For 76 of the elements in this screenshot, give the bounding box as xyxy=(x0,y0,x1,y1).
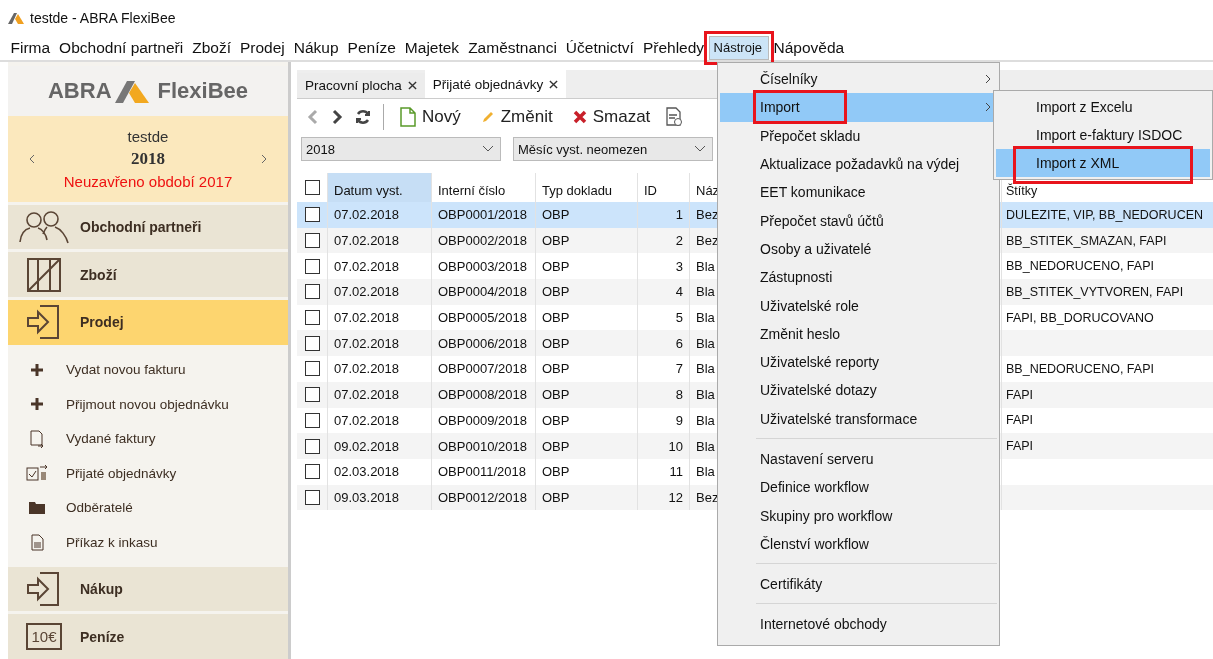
number-cell: OBP0010/2018 xyxy=(438,438,527,454)
tags-cell: DULEZITE, VIP, BB_NEDORUCEN xyxy=(1006,207,1204,222)
date-cell: 07.02.2018 xyxy=(334,361,400,377)
date-cell: 09.02.2018 xyxy=(334,438,400,454)
tags-cell: BB_NEDORUCENO, FAPI xyxy=(1006,361,1154,376)
number-cell: OBP0008/2018 xyxy=(438,387,527,403)
date-cell: 02.03.2018 xyxy=(334,464,400,480)
number-cell: OBP0004/2018 xyxy=(438,284,527,300)
company-name: testde xyxy=(127,128,169,146)
number-cell: OBP0005/2018 xyxy=(438,310,527,326)
id-cell: 6 xyxy=(675,335,683,351)
number-cell: OBP0009/2018 xyxy=(438,412,527,428)
tags-cell: FAPI xyxy=(1006,387,1034,402)
type-cell: OBP xyxy=(542,412,570,428)
date-cell: 07.02.2018 xyxy=(334,258,400,274)
number-cell: OBP0001/2018 xyxy=(438,207,527,223)
date-cell: 07.02.2018 xyxy=(334,207,400,223)
id-cell: 3 xyxy=(675,258,683,274)
name-cell: Bla xyxy=(696,258,715,274)
name-cell: Bla xyxy=(696,464,715,480)
type-cell: OBP xyxy=(542,335,570,351)
logo-text: ABRA xyxy=(47,78,112,105)
id-cell: 11 xyxy=(669,464,683,480)
date-cell: 07.02.2018 xyxy=(334,233,400,249)
year-label: 2018 xyxy=(131,149,165,170)
id-cell: 12 xyxy=(668,489,683,505)
id-cell: 2 xyxy=(675,233,683,249)
date-cell: 07.02.2018 xyxy=(334,310,400,326)
id-cell: 7 xyxy=(675,361,683,377)
number-cell: OBP0006/2018 xyxy=(438,335,527,351)
name-cell: Bla xyxy=(696,412,715,428)
id-cell: 8 xyxy=(675,387,683,403)
number-cell: OBP0002/2018 xyxy=(438,233,527,249)
type-cell: OBP xyxy=(542,258,570,274)
date-cell: 07.02.2018 xyxy=(334,412,400,428)
window-title: testde - ABRA FlexiBee xyxy=(30,10,176,26)
number-cell: OBP0007/2018 xyxy=(438,361,527,377)
money-badge: 10€ xyxy=(26,623,62,651)
number-cell: OBP0012/2018 xyxy=(438,489,527,505)
date-cell: 09.03.2018 xyxy=(334,489,400,505)
id-cell: 1 xyxy=(675,207,683,223)
name-cell: Bla xyxy=(696,361,715,377)
period-warning: Neuzavřeno období 2017 xyxy=(63,173,233,191)
tags-cell: FAPI xyxy=(1006,413,1034,428)
name-cell: Bla xyxy=(696,335,715,351)
type-cell: OBP xyxy=(542,387,570,403)
id-cell: 10 xyxy=(668,438,683,454)
date-cell: 07.02.2018 xyxy=(334,284,400,300)
date-cell: 07.02.2018 xyxy=(334,335,400,351)
type-cell: OBP xyxy=(542,310,570,326)
type-cell: OBP xyxy=(542,361,570,377)
type-cell: OBP xyxy=(542,489,570,505)
id-cell: 9 xyxy=(675,412,683,428)
id-cell: 5 xyxy=(675,310,683,326)
logo-text: FlexiBee xyxy=(157,78,249,105)
name-cell: Bez xyxy=(696,489,719,505)
name-cell: Bez xyxy=(696,233,719,249)
type-cell: OBP xyxy=(542,284,570,300)
number-cell: OBP0003/2018 xyxy=(438,258,527,274)
tags-cell: FAPI, BB_DORUCOVANO xyxy=(1006,310,1154,325)
tags-cell: FAPI xyxy=(1006,439,1034,454)
type-cell: OBP xyxy=(542,233,570,249)
name-cell: Bez xyxy=(696,207,719,223)
tags-cell: BB_STITEK_VYTVOREN, FAPI xyxy=(1006,284,1184,299)
name-cell: Bla xyxy=(696,284,715,300)
id-cell: 4 xyxy=(675,284,683,300)
name-cell: Bla xyxy=(696,438,715,454)
type-cell: OBP xyxy=(542,464,570,480)
name-cell: Bla xyxy=(696,387,715,403)
name-cell: Bla xyxy=(696,310,715,326)
type-cell: OBP xyxy=(542,207,570,223)
tags-cell: BB_STITEK_SMAZAN, FAPI xyxy=(1006,233,1167,248)
type-cell: OBP xyxy=(542,438,570,454)
number-cell: OBP0011/2018 xyxy=(438,464,526,480)
date-cell: 07.02.2018 xyxy=(334,387,400,403)
tags-cell: BB_NEDORUCENO, FAPI xyxy=(1006,259,1154,274)
